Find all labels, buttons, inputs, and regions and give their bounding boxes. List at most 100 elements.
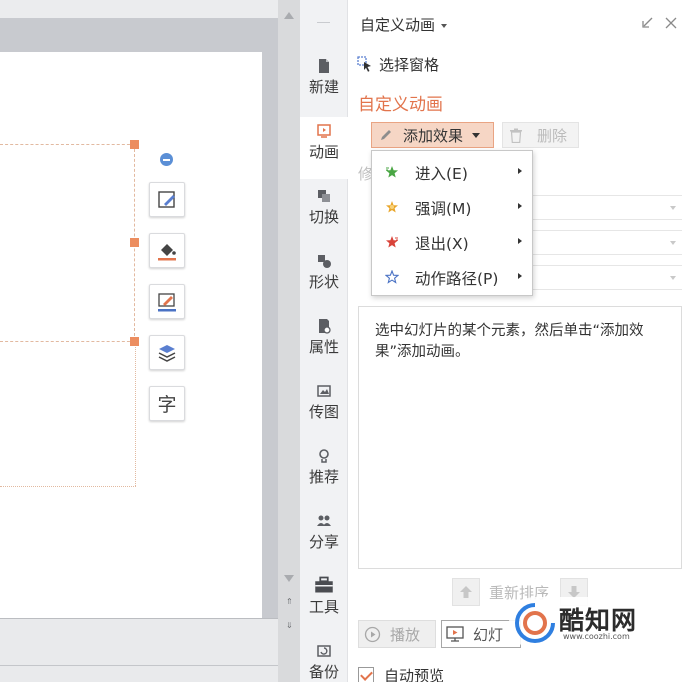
sidebar-item-animation[interactable]: 动画 xyxy=(300,117,348,179)
scroll-up-icon[interactable] xyxy=(284,12,294,19)
section-heading: 自定义动画 xyxy=(358,95,443,115)
menu-item-label: 强调(M) xyxy=(415,200,472,218)
speed-select[interactable] xyxy=(529,265,682,290)
transition-icon xyxy=(318,190,330,202)
sidebar-grip xyxy=(317,22,330,23)
canvas-bottom-bar xyxy=(0,618,278,682)
delete-label: 删除 xyxy=(537,126,568,145)
recommend-icon xyxy=(319,449,329,463)
sidebar-item-label: 属性 xyxy=(308,338,339,356)
shape-outline-button[interactable] xyxy=(149,284,185,319)
submenu-arrow-icon xyxy=(518,273,522,279)
menu-item-label: 动作路径(P) xyxy=(415,270,499,288)
sidebar-item-label: 形状 xyxy=(308,273,339,291)
enter-star-icon xyxy=(386,166,398,178)
scroll-down-icon[interactable] xyxy=(284,575,294,582)
animation-effects-list[interactable]: 选中幻灯片的某个元素，然后单击“添加效果”添加动画。 xyxy=(358,306,682,569)
sidebar-item-label: 动画 xyxy=(308,143,339,161)
custom-animation-panel: 自定义动画 选择窗格 自定义动画 添加效果 删除 修 选中幻灯片的某个元素，然后… xyxy=(349,0,682,682)
task-pane-sidebar: 新建 动画 切换 形状 属性 传图 推荐 分享 工具 备份 xyxy=(300,0,348,682)
delete-effect-button[interactable]: 删除 xyxy=(502,122,579,148)
watermark-logo-icon xyxy=(515,603,555,643)
sidebar-item-tools[interactable]: 工具 xyxy=(300,572,348,634)
slide-editing-canvas[interactable]: 字 xyxy=(0,0,278,682)
arrange-layers-button[interactable] xyxy=(149,335,185,370)
layers-icon xyxy=(158,344,176,362)
fill-bucket-icon xyxy=(158,243,176,260)
sidebar-item-upload-image[interactable]: 传图 xyxy=(300,377,348,439)
menu-item-entrance[interactable]: 进入(E) xyxy=(372,154,532,189)
property-select[interactable] xyxy=(529,230,682,255)
selection-pane-label: 选择窗格 xyxy=(379,55,440,74)
sidebar-item-label: 备份 xyxy=(308,663,339,681)
placeholder-frame-bottom xyxy=(0,486,136,487)
menu-item-motion-path[interactable]: 动作路径(P) xyxy=(372,259,532,294)
submenu-arrow-icon xyxy=(518,168,522,174)
edit-shape-button[interactable] xyxy=(149,182,185,217)
share-icon xyxy=(317,515,331,526)
file-new-icon xyxy=(319,59,329,73)
sidebar-item-shapes[interactable]: 形状 xyxy=(300,247,348,309)
move-up-button[interactable] xyxy=(452,578,480,606)
arrow-up-icon xyxy=(460,586,472,598)
slideshow-label: 幻灯 xyxy=(473,625,504,644)
sidebar-item-transition[interactable]: 切换 xyxy=(300,182,348,244)
shapes-icon xyxy=(318,255,331,268)
sidebar-item-label: 新建 xyxy=(308,78,339,96)
menu-item-emphasis[interactable]: 强调(M) xyxy=(372,189,532,224)
panel-title-dropdown[interactable]: 自定义动画 xyxy=(360,14,448,35)
effects-list-hint: 选中幻灯片的某个元素，然后单击“添加效果”添加动画。 xyxy=(375,323,644,360)
text-icon: 字 xyxy=(157,394,177,416)
canvas-vertical-scrollbar[interactable]: ⇑ ⇓ xyxy=(278,0,300,682)
shrink-panel-icon[interactable] xyxy=(640,16,654,30)
play-label: 播放 xyxy=(390,625,421,644)
trash-icon xyxy=(510,128,522,143)
panel-title: 自定义动画 xyxy=(360,16,436,34)
previous-page-icon[interactable]: ⇑ xyxy=(286,598,293,606)
placeholder-frame-right xyxy=(135,341,136,486)
resize-handle-top-right[interactable] xyxy=(130,140,139,149)
backup-icon xyxy=(317,645,331,657)
close-icon[interactable] xyxy=(664,16,678,30)
animation-icon xyxy=(317,124,331,138)
selection-pane-link[interactable]: 选择窗格 xyxy=(357,54,439,74)
resize-handle-middle-right[interactable] xyxy=(130,238,139,247)
auto-preview-checkbox[interactable]: 自动预览 xyxy=(358,664,444,682)
collapse-toolbar-icon[interactable] xyxy=(160,153,173,166)
checkbox-checked-icon[interactable] xyxy=(358,667,374,682)
sidebar-item-label: 工具 xyxy=(308,598,339,616)
site-watermark: 酷知网 www.coozhi.com xyxy=(509,597,660,649)
text-format-button[interactable]: 字 xyxy=(149,386,185,421)
slide-page[interactable] xyxy=(0,52,262,618)
sidebar-item-properties[interactable]: 属性 xyxy=(300,312,348,374)
sidebar-item-backup[interactable]: 备份 xyxy=(300,637,348,682)
submenu-arrow-icon xyxy=(518,238,522,244)
add-effect-button[interactable]: 添加效果 xyxy=(371,122,494,148)
sidebar-item-new[interactable]: 新建 xyxy=(300,52,348,114)
exit-star-icon xyxy=(386,236,398,248)
menu-item-exit[interactable]: 退出(X) xyxy=(372,224,532,259)
auto-preview-label: 自动预览 xyxy=(384,666,445,682)
sidebar-item-share[interactable]: 分享 xyxy=(300,507,348,569)
play-button[interactable]: 播放 xyxy=(358,620,436,648)
sidebar-item-recommend[interactable]: 推荐 xyxy=(300,442,348,504)
start-select[interactable] xyxy=(529,195,682,220)
pencil-icon xyxy=(381,130,391,140)
menu-item-label: 进入(E) xyxy=(415,165,468,183)
submenu-arrow-icon xyxy=(518,203,522,209)
resize-handle-bottom-right[interactable] xyxy=(130,337,139,346)
next-page-icon[interactable]: ⇓ xyxy=(286,622,293,630)
emphasis-star-icon xyxy=(386,201,398,213)
toolbox-icon xyxy=(315,576,333,593)
canvas-top-ruler xyxy=(0,0,278,18)
chevron-down-icon xyxy=(441,23,448,28)
sidebar-item-label: 推荐 xyxy=(308,468,339,486)
sidebar-item-label: 切换 xyxy=(308,208,339,226)
chevron-down-icon xyxy=(472,132,481,138)
motion-path-star-icon xyxy=(385,270,399,284)
menu-item-label: 退出(X) xyxy=(415,235,469,253)
shape-fill-button[interactable] xyxy=(149,233,185,268)
edit-shape-icon xyxy=(158,190,175,208)
selection-frame-bottom xyxy=(0,341,135,342)
slideshow-icon xyxy=(446,626,464,642)
